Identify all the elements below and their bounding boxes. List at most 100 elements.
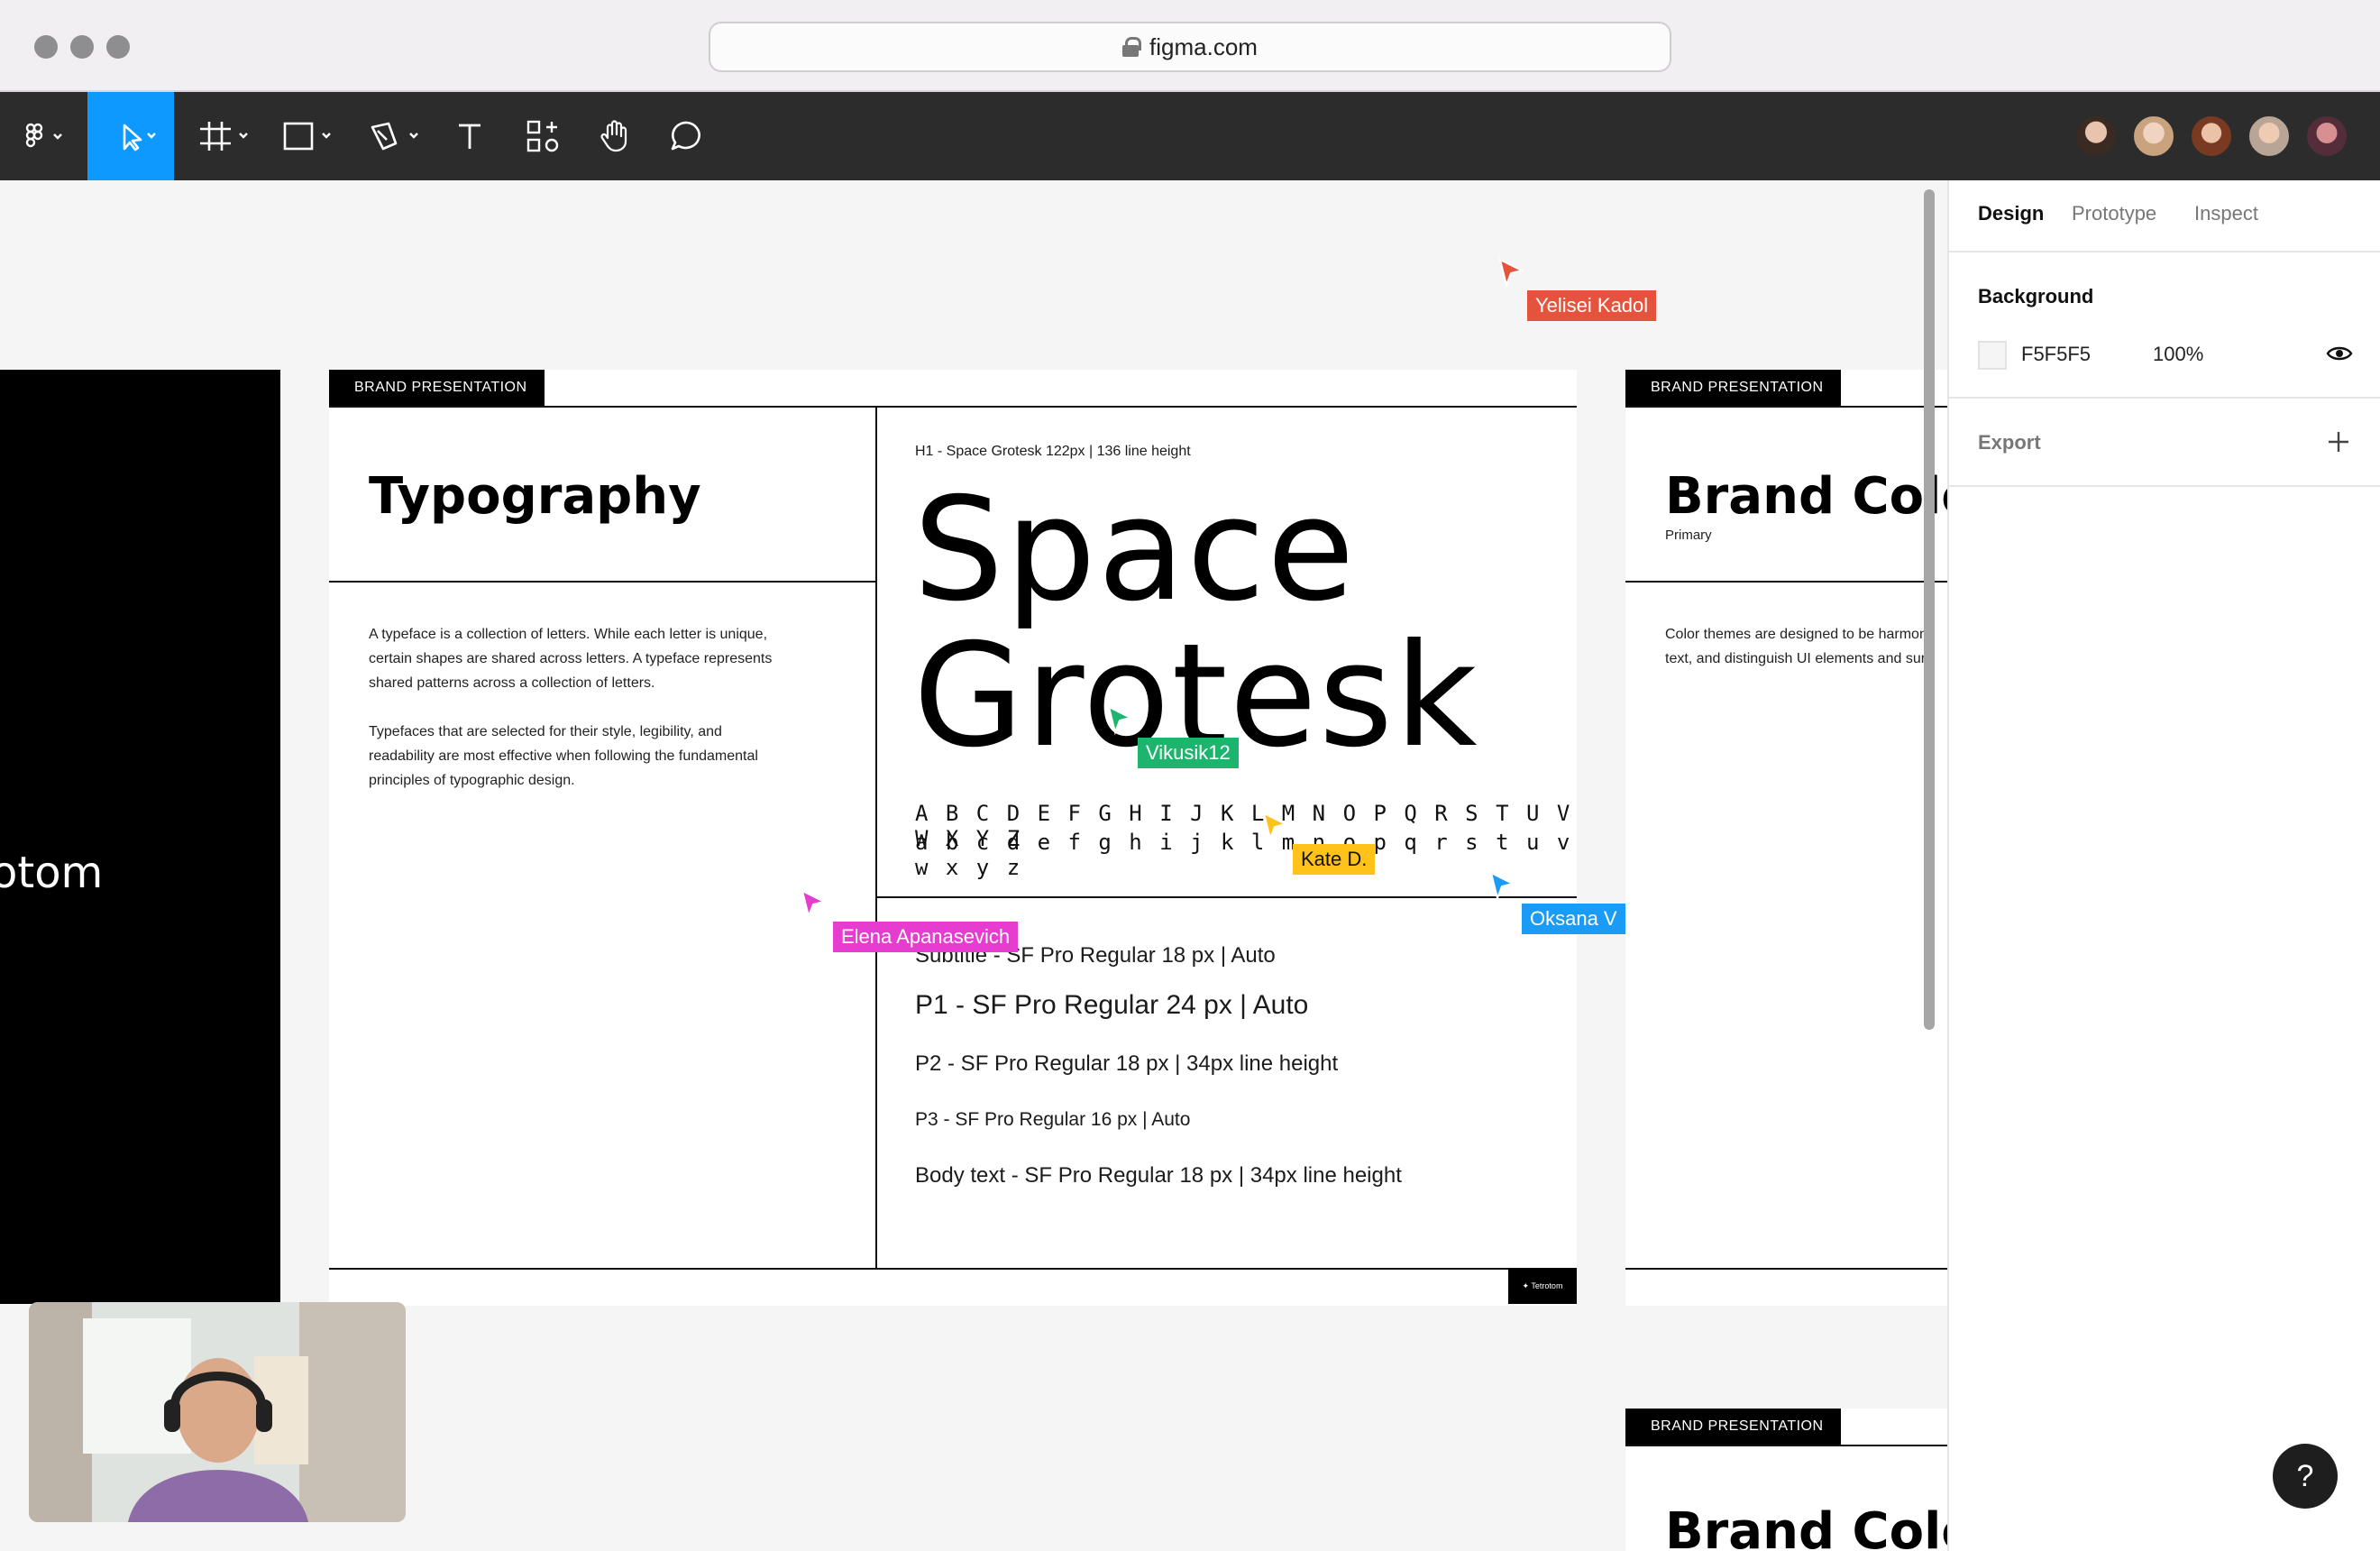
- minimize-window-button[interactable]: [70, 35, 94, 59]
- background-color-swatch[interactable]: [1978, 341, 2007, 370]
- p2-spec: P2 - SF Pro Regular 18 px | 34px line he…: [915, 1051, 1339, 1076]
- cursor-label: Kate D.: [1293, 844, 1376, 875]
- figma-logo-icon: [25, 123, 62, 148]
- paragraph-line: Color themes are designed to be harmon: [1665, 627, 1927, 642]
- video-call-thumbnail[interactable]: [29, 1302, 406, 1522]
- export-section-title: Export: [1978, 431, 2041, 454]
- maximize-window-button[interactable]: [106, 35, 130, 59]
- move-cursor-icon: [123, 124, 156, 151]
- url-text: figma.com: [1149, 32, 1258, 60]
- canvas-scrollbar[interactable]: [1924, 189, 1935, 1030]
- paragraph-line: A typeface is a collection of letters. W…: [369, 627, 768, 642]
- cursor-label: Elena Apanasevich: [833, 922, 1019, 952]
- body-spec: Body text - SF Pro Regular 18 px | 34px …: [915, 1163, 1402, 1188]
- logo-badge: ✦ Tetrotom: [1508, 1268, 1577, 1304]
- components-icon: [526, 120, 559, 152]
- cursor-label: Oksana V: [1522, 904, 1625, 934]
- background-section-title: Background: [1978, 285, 2094, 307]
- cursor-arrow-icon: [1262, 812, 1288, 842]
- divider: [1949, 397, 2380, 399]
- text-tool-button[interactable]: [447, 92, 492, 180]
- p3-spec: P3 - SF Pro Regular 16 px | Auto: [915, 1109, 1191, 1130]
- background-hex-value[interactable]: F5F5F5: [2021, 343, 2091, 366]
- frame-title: Typography: [369, 467, 701, 526]
- move-tool-button[interactable]: [87, 92, 174, 180]
- add-export-plus-icon[interactable]: [2326, 429, 2351, 459]
- collaborator-avatar[interactable]: [2189, 114, 2234, 159]
- previous-frame-text: otom: [0, 848, 104, 898]
- participant-video-icon: [29, 1302, 406, 1522]
- main-menu-button[interactable]: [16, 92, 72, 180]
- paragraph-line: Typefaces that are selected for their st…: [369, 724, 722, 739]
- divider: [1625, 581, 1947, 583]
- figma-toolbar: [0, 92, 2380, 180]
- tab-design[interactable]: Design: [1978, 202, 2044, 225]
- collaborator-cursor: [1262, 812, 1289, 847]
- tab-prototype[interactable]: Prototype: [2072, 202, 2156, 225]
- collaborator-avatar[interactable]: [2131, 114, 2176, 159]
- collaborator-cursor: [801, 889, 828, 924]
- font-name-line: Space: [913, 467, 1357, 633]
- pen-icon: [371, 122, 418, 151]
- collaborator-cursor: [1489, 871, 1516, 906]
- text-icon: [459, 124, 481, 149]
- close-window-button[interactable]: [34, 35, 58, 59]
- collaborator-cursor: [1498, 258, 1525, 293]
- divider: [875, 406, 877, 1268]
- frame-tab-label: BRAND PRESENTATION: [1625, 370, 1841, 406]
- p1-spec: P1 - SF Pro Regular 24 px | Auto: [915, 990, 1309, 1020]
- paragraph-line: text, and distinguish UI elements and su…: [1665, 651, 1927, 666]
- tab-inspect[interactable]: Inspect: [2194, 202, 2258, 225]
- properties-panel: Design Prototype Inspect Background F5F5…: [1947, 180, 2380, 1551]
- cursor-arrow-icon: [801, 889, 827, 920]
- previous-frame[interactable]: otom: [0, 370, 280, 1304]
- collaborator-avatar[interactable]: [2304, 114, 2349, 159]
- collaborator-avatar[interactable]: [2247, 114, 2292, 159]
- frame-title: Brand Colo: [1665, 1502, 1947, 1551]
- brand-color-frame-2[interactable]: BRAND PRESENTATION Brand Colo: [1625, 1409, 1947, 1551]
- divider: [329, 406, 1577, 408]
- brand-color-frame[interactable]: BRAND PRESENTATION Brand Colo Primary Co…: [1625, 370, 1947, 1306]
- divider: [329, 1268, 1577, 1270]
- rectangle-icon: [283, 122, 331, 151]
- comment-icon: [671, 121, 700, 151]
- divider: [329, 581, 875, 583]
- browser-chrome: figma.com: [0, 0, 2380, 92]
- visibility-eye-icon[interactable]: [2326, 343, 2353, 369]
- cursor-arrow-icon: [1498, 258, 1524, 289]
- divider: [1949, 485, 2380, 487]
- collaborator-cursor: [1107, 705, 1134, 740]
- hand-icon: [600, 120, 627, 152]
- comment-tool-button[interactable]: [664, 92, 710, 180]
- frame-tab-label: BRAND PRESENTATION: [1625, 1409, 1841, 1445]
- background-opacity-value[interactable]: 100%: [2153, 343, 2203, 366]
- divider: [1625, 406, 1947, 408]
- lock-icon: [1122, 37, 1142, 57]
- resources-button[interactable]: [519, 92, 566, 180]
- paragraph-line: shared patterns across a collection of l…: [369, 675, 655, 691]
- divider: [1625, 1268, 1947, 1270]
- hand-tool-button[interactable]: [591, 92, 638, 180]
- frame-title: Brand Colo: [1665, 467, 1947, 526]
- collaborator-avatar[interactable]: [2073, 114, 2119, 159]
- lowercase-alphabet: a b c d e f g h i j k l m n o p q r s t …: [915, 830, 1572, 880]
- typography-frame[interactable]: BRAND PRESENTATION Typography A typeface…: [329, 370, 1577, 1306]
- cursor-arrow-icon: [1489, 871, 1515, 902]
- help-button[interactable]: ?: [2273, 1444, 2338, 1509]
- pen-tool-button[interactable]: [362, 92, 427, 180]
- divider: [1949, 251, 2380, 252]
- cursor-label: Vikusik12: [1138, 738, 1239, 768]
- frame-tab-label: BRAND PRESENTATION: [329, 370, 545, 406]
- paragraph-line: readability are most effective when foll…: [369, 748, 758, 764]
- address-bar[interactable]: figma.com: [709, 22, 1671, 72]
- frame-icon: [200, 122, 248, 151]
- shape-tool-button[interactable]: [275, 92, 340, 180]
- cursor-arrow-icon: [1107, 705, 1133, 736]
- h1-spec: H1 - Space Grotesk 122px | 136 line heig…: [915, 444, 1191, 459]
- divider: [875, 896, 1577, 898]
- paragraph-line: certain shapes are shared across letters…: [369, 651, 773, 666]
- frame-subtitle: Primary: [1665, 528, 1712, 543]
- frame-tool-button[interactable]: [192, 92, 257, 180]
- paragraph-line: principles of typographic design.: [369, 773, 575, 788]
- cursor-label: Yelisei Kadol: [1527, 290, 1657, 321]
